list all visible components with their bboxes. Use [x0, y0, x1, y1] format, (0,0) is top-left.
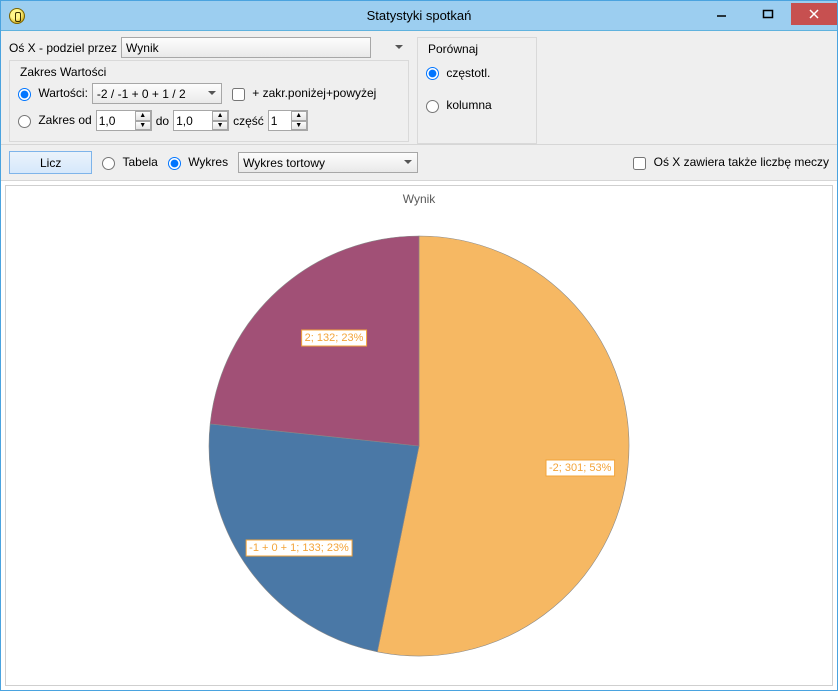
- values-radio-input[interactable]: [18, 88, 31, 101]
- pie-slice-label: 2; 132; 23%: [305, 332, 364, 344]
- compare-freq-radio-input[interactable]: [426, 67, 439, 80]
- app-icon: [9, 8, 25, 24]
- range-to-spinner[interactable]: ▲▼: [212, 111, 228, 130]
- compare-column-radio-input[interactable]: [426, 100, 439, 113]
- values-radio-label: Wartości:: [38, 86, 88, 100]
- range-from-radio-input[interactable]: [18, 115, 31, 128]
- x-count-checkbox[interactable]: Oś X zawiera także liczbę meczy: [633, 155, 829, 169]
- toolbar: Licz Tabela Wykres Wykres tortowy Oś X z…: [1, 145, 837, 181]
- window-controls: [699, 7, 837, 25]
- pie-svg: -2; 301; 53% -1 + 0 + 1; 133; 23% 2; 132; …: [169, 211, 669, 681]
- compare-fieldset: Porównaj częstotl. kolumna: [417, 37, 537, 144]
- parts-spinner[interactable]: ▲▼: [291, 111, 307, 130]
- pie-slice-label: -2; 301; 53%: [549, 462, 612, 474]
- values-radio[interactable]: Wartości:: [18, 86, 88, 100]
- compare-column-radio[interactable]: kolumna: [426, 98, 492, 112]
- chart-area: Wynik -2; 301; 53% -1 + 0 + 1; 133; 23% 2;…: [5, 185, 833, 686]
- compare-fieldset-legend: Porównaj: [426, 42, 480, 56]
- x-count-checkbox-input[interactable]: [633, 157, 646, 170]
- table-radio[interactable]: Tabela: [102, 155, 158, 169]
- axis-label: Oś X - podziel przez: [9, 41, 117, 55]
- table-radio-label: Tabela: [122, 155, 157, 169]
- close-button[interactable]: [791, 3, 837, 25]
- range-from-radio-label: Zakres od: [38, 113, 91, 127]
- range-fieldset: Zakres Wartości Wartości: -2 / -1 + 0 + …: [9, 60, 409, 142]
- plus-range-checkbox-label: + zakr.poniżej+powyżej: [252, 86, 376, 100]
- close-icon: [808, 8, 820, 20]
- axis-select[interactable]: Wynik: [121, 37, 371, 58]
- minimize-icon: [716, 8, 728, 20]
- compare-freq-radio[interactable]: częstotl.: [426, 66, 490, 80]
- parts-label: część: [233, 114, 264, 128]
- settings-panel: Oś X - podziel przez Wynik Zakres Wartoś…: [1, 31, 837, 145]
- range-fieldset-legend: Zakres Wartości: [18, 65, 108, 79]
- pie-chart: -2; 301; 53% -1 + 0 + 1; 133; 23% 2; 132; …: [6, 214, 832, 677]
- chart-title: Wynik: [6, 192, 832, 206]
- range-to-label: do: [156, 114, 169, 128]
- chart-radio[interactable]: Wykres: [168, 155, 228, 169]
- minimize-button[interactable]: [699, 3, 745, 25]
- chart-type-select[interactable]: Wykres tortowy: [238, 152, 418, 173]
- chart-radio-label: Wykres: [188, 155, 228, 169]
- values-select[interactable]: -2 / -1 + 0 + 1 / 2: [92, 83, 222, 104]
- range-from-spinner[interactable]: ▲▼: [135, 111, 151, 130]
- plus-range-checkbox-input[interactable]: [232, 88, 245, 101]
- compute-button[interactable]: Licz: [9, 151, 92, 174]
- maximize-button[interactable]: [745, 3, 791, 25]
- x-count-checkbox-label: Oś X zawiera także liczbę meczy: [654, 155, 829, 169]
- chart-radio-input[interactable]: [168, 157, 181, 170]
- maximize-icon: [762, 8, 774, 20]
- plus-range-checkbox[interactable]: + zakr.poniżej+powyżej: [232, 86, 376, 100]
- settings-left: Oś X - podziel przez Wynik Zakres Wartoś…: [9, 35, 409, 142]
- table-radio-input[interactable]: [102, 157, 115, 170]
- pie-slice-label: -1 + 0 + 1; 133; 23%: [249, 542, 349, 554]
- compare-freq-label: częstotl.: [446, 66, 490, 80]
- compare-column: Porównaj częstotl. kolumna: [417, 35, 537, 142]
- compare-column-label: kolumna: [446, 98, 491, 112]
- range-from-radio[interactable]: Zakres od: [18, 113, 92, 127]
- window: Statystyki spotkań Oś X - podziel przez …: [0, 0, 838, 691]
- titlebar: Statystyki spotkań: [1, 1, 837, 31]
